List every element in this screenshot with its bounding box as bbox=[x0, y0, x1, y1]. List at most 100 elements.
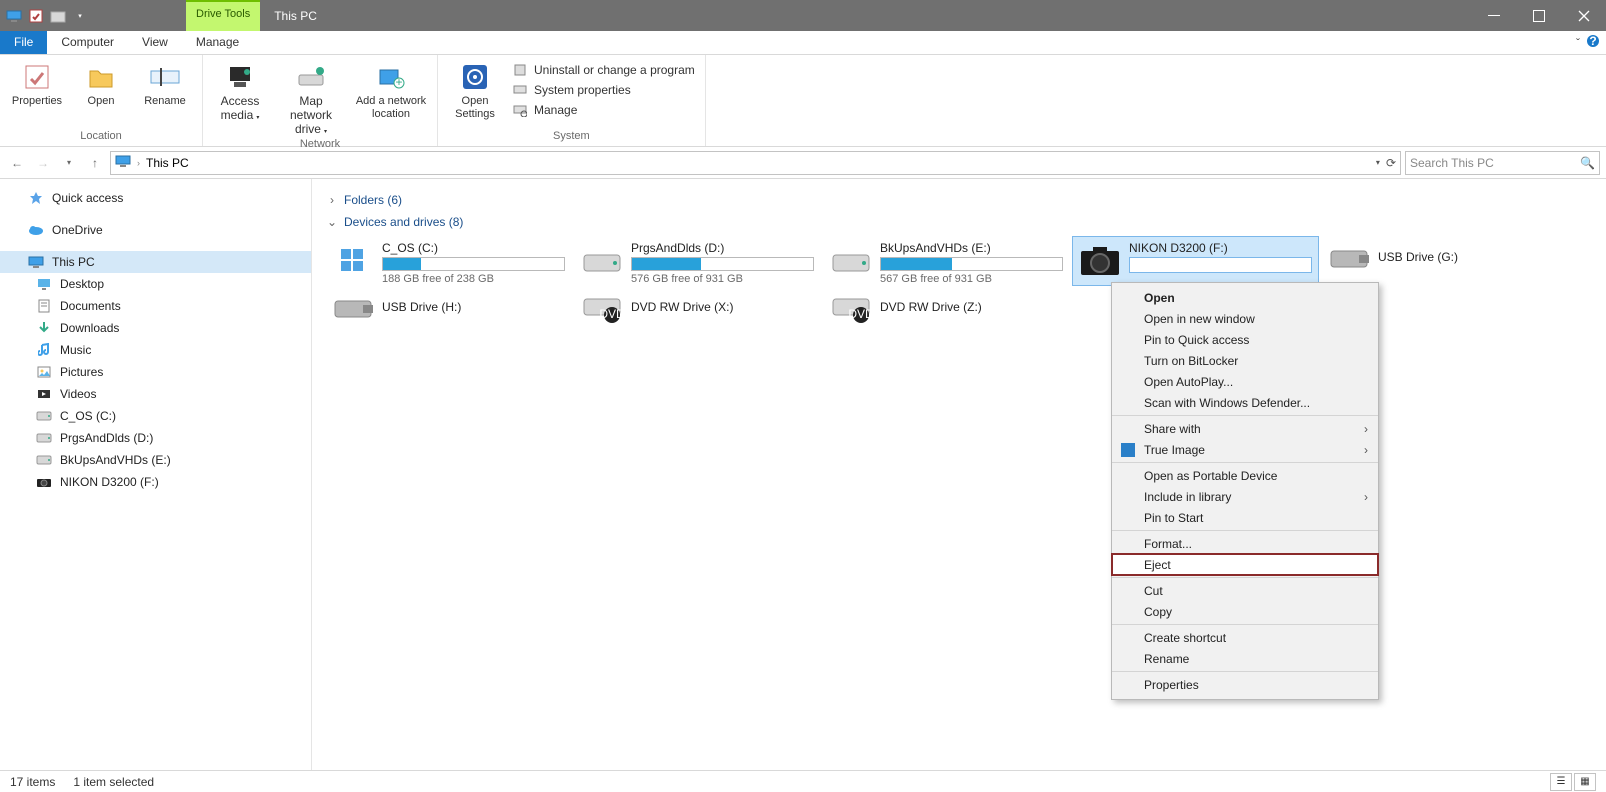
context-menu-item[interactable]: Include in library› bbox=[1112, 486, 1378, 507]
pc-icon bbox=[28, 254, 44, 270]
drive-item[interactable]: C_OS (C:)188 GB free of 238 GB bbox=[326, 237, 571, 285]
add-network-location-button[interactable]: + Add a network location bbox=[353, 59, 429, 122]
context-menu-item[interactable]: Create shortcut bbox=[1112, 627, 1378, 648]
tree-item-label: OneDrive bbox=[52, 223, 103, 237]
uninstall-programs-button[interactable]: Uninstall or change a program bbox=[510, 61, 697, 79]
recent-locations-button[interactable]: ▾ bbox=[58, 152, 80, 174]
tree-item[interactable]: Downloads bbox=[0, 317, 311, 339]
tree-item[interactable]: BkUpsAndVHDs (E:) bbox=[0, 449, 311, 471]
context-menu-item[interactable]: Scan with Windows Defender... bbox=[1112, 392, 1378, 413]
context-menu-item[interactable]: Share with› bbox=[1112, 418, 1378, 439]
context-menu-item[interactable]: Open bbox=[1112, 287, 1378, 308]
access-media-button[interactable]: Access media ▾ bbox=[211, 59, 269, 125]
tree-item-label: Downloads bbox=[60, 321, 119, 335]
system-properties-label: System properties bbox=[534, 83, 631, 97]
drive-item[interactable]: NIKON D3200 (F:) bbox=[1073, 237, 1318, 285]
tiles-view-button[interactable]: ▦ bbox=[1574, 773, 1596, 791]
desktop-icon bbox=[36, 276, 52, 292]
back-button[interactable]: ← bbox=[6, 152, 28, 174]
context-menu-label: Open in new window bbox=[1144, 312, 1255, 326]
tree-item[interactable]: OneDrive bbox=[0, 219, 311, 241]
quick-access-toolbar: ▾ bbox=[0, 8, 94, 24]
open-button[interactable]: Open bbox=[72, 59, 130, 110]
breadcrumb-this-pc[interactable]: This PC bbox=[146, 156, 189, 170]
tree-item[interactable]: This PC bbox=[0, 251, 311, 273]
maximize-button[interactable] bbox=[1516, 0, 1561, 31]
qat-dropdown-icon[interactable]: ▾ bbox=[72, 8, 88, 24]
dvd-icon: DVD bbox=[830, 287, 872, 327]
system-properties-icon bbox=[512, 82, 528, 98]
drive-item[interactable]: DVDDVD RW Drive (Z:) bbox=[824, 287, 1069, 327]
file-tab[interactable]: File bbox=[0, 31, 47, 54]
tree-item-label: NIKON D3200 (F:) bbox=[60, 475, 159, 489]
tree-item[interactable]: Videos bbox=[0, 383, 311, 405]
drive-item[interactable]: DVDDVD RW Drive (X:) bbox=[575, 287, 820, 327]
context-menu-item[interactable]: Rename bbox=[1112, 648, 1378, 669]
context-menu-item[interactable]: True Image› bbox=[1112, 439, 1378, 460]
context-menu-item[interactable]: Open in new window bbox=[1112, 308, 1378, 329]
drive-name: BkUpsAndVHDs (E:) bbox=[880, 241, 1063, 255]
open-label: Open bbox=[88, 95, 115, 108]
address-bar[interactable]: › This PC ▾ ⟳ bbox=[110, 151, 1401, 175]
forward-button[interactable]: → bbox=[32, 152, 54, 174]
drive-item[interactable]: USB Drive (H:) bbox=[326, 287, 571, 327]
storage-bar bbox=[382, 257, 565, 271]
minimize-button[interactable] bbox=[1471, 0, 1516, 31]
close-button[interactable] bbox=[1561, 0, 1606, 31]
context-menu-item[interactable]: Cut bbox=[1112, 580, 1378, 601]
drive-tools-tab[interactable]: Drive Tools bbox=[186, 0, 260, 31]
context-menu-item[interactable]: Format... bbox=[1112, 533, 1378, 554]
minimize-ribbon-icon[interactable]: ˇ bbox=[1576, 36, 1580, 50]
rename-input[interactable] bbox=[1129, 257, 1312, 273]
tree-item[interactable]: PrgsAndDlds (D:) bbox=[0, 427, 311, 449]
settings-gear-icon bbox=[459, 61, 491, 93]
add-location-label: Add a network location bbox=[355, 95, 427, 120]
tree-item[interactable]: Desktop bbox=[0, 273, 311, 295]
new-folder-qat-icon[interactable] bbox=[50, 8, 66, 24]
context-menu-label: Include in library bbox=[1144, 490, 1231, 504]
camera-icon bbox=[1079, 241, 1121, 281]
rename-button[interactable]: Rename bbox=[136, 59, 194, 110]
tree-item[interactable]: Documents bbox=[0, 295, 311, 317]
context-menu-item[interactable]: Pin to Quick access bbox=[1112, 329, 1378, 350]
properties-qat-icon[interactable] bbox=[28, 8, 44, 24]
context-menu-item[interactable]: Copy bbox=[1112, 601, 1378, 622]
help-icon[interactable]: ? bbox=[1586, 34, 1600, 51]
hdd-icon bbox=[581, 241, 623, 281]
context-menu-item[interactable]: Eject bbox=[1112, 554, 1378, 575]
tree-item[interactable]: Music bbox=[0, 339, 311, 361]
tree-item[interactable]: Pictures bbox=[0, 361, 311, 383]
search-input[interactable]: Search This PC 🔍 bbox=[1405, 151, 1600, 175]
tree-item[interactable]: NIKON D3200 (F:) bbox=[0, 471, 311, 493]
devices-section-header[interactable]: ⌄ Devices and drives (8) bbox=[326, 211, 1592, 233]
context-menu-item[interactable]: Turn on BitLocker bbox=[1112, 350, 1378, 371]
folders-section-header[interactable]: › Folders (6) bbox=[326, 189, 1592, 211]
down-icon bbox=[36, 320, 52, 336]
up-button[interactable]: ↑ bbox=[84, 152, 106, 174]
drive-item[interactable]: BkUpsAndVHDs (E:)567 GB free of 931 GB bbox=[824, 237, 1069, 285]
computer-tab[interactable]: Computer bbox=[47, 31, 128, 54]
tree-item-label: C_OS (C:) bbox=[60, 409, 116, 423]
context-menu-item[interactable]: Properties bbox=[1112, 674, 1378, 695]
tree-item[interactable]: C_OS (C:) bbox=[0, 405, 311, 427]
context-menu-item[interactable]: Pin to Start bbox=[1112, 507, 1378, 528]
refresh-button[interactable]: ⟳ bbox=[1386, 156, 1396, 170]
context-menu-item[interactable]: Open as Portable Device bbox=[1112, 465, 1378, 486]
drive-free-space: 188 GB free of 238 GB bbox=[382, 273, 565, 285]
manage-button[interactable]: Manage bbox=[510, 101, 697, 119]
open-settings-button[interactable]: Open Settings bbox=[446, 59, 504, 122]
drive-item[interactable]: USB Drive (G:) bbox=[1322, 237, 1567, 277]
manage-tab[interactable]: Manage bbox=[182, 31, 253, 54]
map-network-drive-button[interactable]: Map network drive ▾ bbox=[275, 59, 347, 138]
context-menu-label: Cut bbox=[1144, 584, 1163, 598]
system-properties-button[interactable]: System properties bbox=[510, 81, 697, 99]
svg-text:DVD: DVD bbox=[599, 307, 622, 321]
properties-button[interactable]: Properties bbox=[8, 59, 66, 110]
tree-item[interactable]: Quick access bbox=[0, 187, 311, 209]
context-menu-item[interactable]: Open AutoPlay... bbox=[1112, 371, 1378, 392]
address-dropdown-icon[interactable]: ▾ bbox=[1376, 158, 1380, 167]
drive-item[interactable]: PrgsAndDlds (D:)576 GB free of 931 GB bbox=[575, 237, 820, 285]
details-view-button[interactable]: ☰ bbox=[1550, 773, 1572, 791]
pc-icon[interactable] bbox=[6, 8, 22, 24]
view-tab[interactable]: View bbox=[128, 31, 182, 54]
